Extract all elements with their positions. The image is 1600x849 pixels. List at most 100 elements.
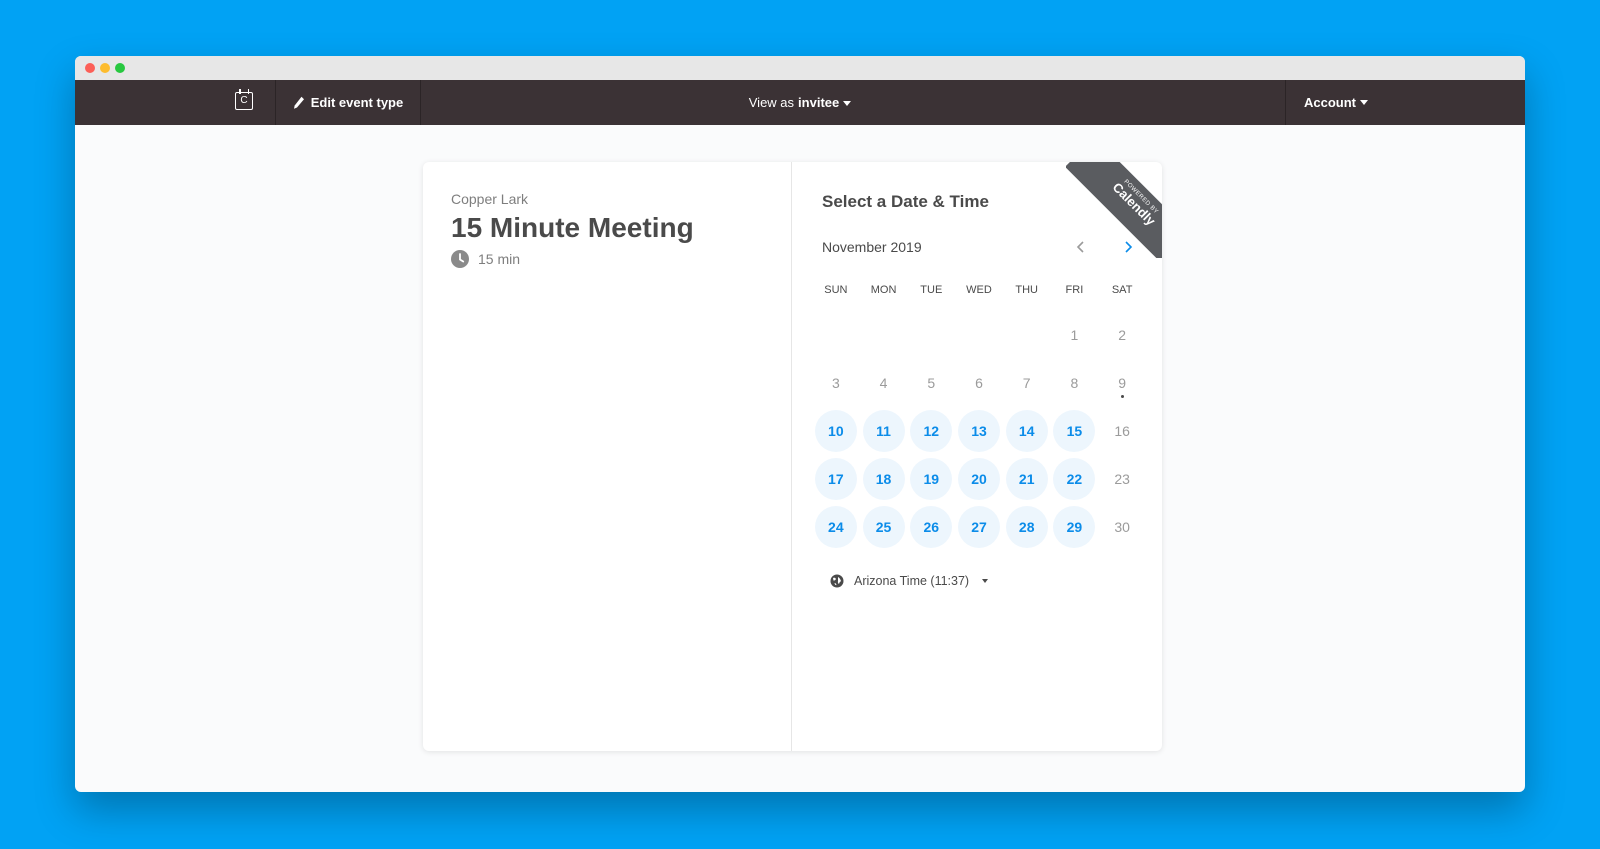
calendar-grid: 1 2 3 4 5 6 7 8 9 10 11 12 13 14 15 16 17 18 19 20 21 22 23 24 2…: [812, 311, 1146, 551]
day-number: 25: [875, 519, 892, 535]
day-number: 26: [923, 519, 940, 535]
today-indicator-dot: [1120, 395, 1124, 398]
available-day-button[interactable]: 11: [862, 410, 905, 452]
available-day-button[interactable]: 18: [862, 458, 905, 500]
view-as-dropdown[interactable]: View as invitee: [749, 95, 852, 110]
close-window-button[interactable]: [85, 63, 95, 73]
timezone-label: Arizona Time (11:37): [854, 574, 970, 588]
unavailable-day: 3: [815, 362, 857, 404]
unavailable-day: 16: [1101, 410, 1143, 452]
timezone-selector[interactable]: Arizona Time (11:37): [830, 574, 989, 588]
calendar-day-cell: 19: [907, 455, 955, 503]
available-day-button[interactable]: 19: [910, 458, 953, 500]
unavailable-day: 8: [1053, 362, 1095, 404]
calendar-day-cell: 28: [1003, 503, 1051, 551]
day-number: 30: [1114, 519, 1130, 535]
day-number: 28: [1018, 519, 1035, 535]
calendar-day-cell: 23: [1098, 455, 1146, 503]
day-number: 6: [975, 375, 983, 391]
day-number: 8: [1070, 375, 1079, 391]
zoom-window-button[interactable]: [115, 63, 125, 73]
caret-down-icon: [843, 101, 852, 107]
calendar-day-cell: 9: [1098, 359, 1146, 407]
calendar-day-cell: 10: [812, 407, 860, 455]
available-day-button[interactable]: 22: [1053, 458, 1096, 500]
available-day-button[interactable]: 13: [957, 410, 1000, 452]
day-number: 13: [971, 423, 987, 439]
calendar-day-cell: 13: [955, 407, 1003, 455]
available-day-button[interactable]: 24: [814, 506, 857, 548]
minimize-window-button[interactable]: [100, 63, 110, 73]
calendar-day-cell: 18: [860, 455, 908, 503]
available-day-button[interactable]: 29: [1053, 506, 1096, 548]
day-number: 16: [1114, 423, 1130, 439]
available-day-button[interactable]: 25: [862, 506, 905, 548]
day-number: 15: [1066, 423, 1083, 439]
calendar-day-cell: 15: [1051, 407, 1099, 455]
weekday-label: THU: [1015, 284, 1038, 296]
unavailable-day: 1: [1053, 314, 1095, 356]
calendar-day-cell: 2: [1098, 311, 1146, 359]
unavailable-day: 6: [958, 362, 1000, 404]
day-number: 7: [1022, 375, 1031, 391]
empty-day-cell: [955, 311, 1003, 359]
day-number: 14: [1018, 423, 1035, 439]
calendar-day-cell: 16: [1098, 407, 1146, 455]
available-day-button[interactable]: 21: [1005, 458, 1048, 500]
account-dropdown[interactable]: Account: [1285, 80, 1525, 125]
calendar-day-cell: 27: [955, 503, 1003, 551]
caret-down-icon: [1360, 100, 1368, 105]
unavailable-day: 7: [1006, 362, 1048, 404]
powered-by-calendly-ribbon[interactable]: POWERED BY Calendly: [1066, 162, 1162, 258]
day-number: 9: [1118, 375, 1127, 391]
calendar-day-cell: 30: [1098, 503, 1146, 551]
booking-card: Copper Lark 15 Minute Meeting 15 min Sel…: [423, 162, 1162, 751]
available-day-button[interactable]: 17: [814, 458, 857, 500]
calendar-day-cell: 17: [812, 455, 860, 503]
caret-down-icon: [982, 579, 989, 583]
weekday-label: TUE: [920, 284, 943, 296]
available-day-button[interactable]: 12: [910, 410, 953, 452]
calendar-day-cell: 22: [1051, 455, 1099, 503]
available-day-button[interactable]: 20: [957, 458, 1000, 500]
calendar-day-cell: 14: [1003, 407, 1051, 455]
day-number: 4: [879, 375, 888, 391]
weekday-label: WED: [966, 284, 992, 296]
unavailable-day: 23: [1101, 458, 1143, 500]
empty-day-cell: [860, 311, 908, 359]
unavailable-day: 30: [1101, 506, 1143, 548]
available-day-button[interactable]: 27: [957, 506, 1000, 548]
available-day-button[interactable]: 28: [1005, 506, 1048, 548]
calendar-day-cell: 25: [860, 503, 908, 551]
weekday-label: FRI: [1065, 284, 1084, 296]
available-day-button[interactable]: 14: [1005, 410, 1048, 452]
day-number: 17: [828, 471, 844, 487]
day-number: 23: [1114, 471, 1130, 487]
calendar-day-cell: 26: [907, 503, 955, 551]
edit-event-type-button[interactable]: Edit event type: [276, 80, 421, 125]
month-label: November 2019: [822, 239, 922, 255]
calendar-day-cell: 24: [812, 503, 860, 551]
available-day-button[interactable]: 10: [814, 410, 857, 452]
calendar-day-cell: 3: [812, 359, 860, 407]
calendar-day-cell: 12: [907, 407, 955, 455]
calendar-day-cell: 4: [860, 359, 908, 407]
empty-day-cell: [812, 311, 860, 359]
calendar-day-cell: 20: [955, 455, 1003, 503]
day-number: 21: [1018, 471, 1035, 487]
available-day-button[interactable]: 15: [1053, 410, 1096, 452]
day-number: 29: [1066, 519, 1083, 535]
duration-text: 15 min: [478, 251, 521, 267]
available-day-button[interactable]: 26: [910, 506, 953, 548]
day-number: 3: [831, 375, 840, 391]
edit-event-type-label: Edit event type: [310, 95, 404, 110]
calendly-logo-icon: C: [235, 89, 253, 110]
home-logo-link[interactable]: C: [75, 80, 276, 125]
day-number: 27: [971, 519, 987, 535]
clock-icon: [451, 250, 469, 268]
account-label: Account: [1304, 95, 1356, 110]
unavailable-day: 9: [1101, 362, 1143, 404]
view-as-value: invitee: [798, 95, 840, 110]
calendar-day-cell: 11: [860, 407, 908, 455]
empty-day-cell: [1003, 311, 1051, 359]
